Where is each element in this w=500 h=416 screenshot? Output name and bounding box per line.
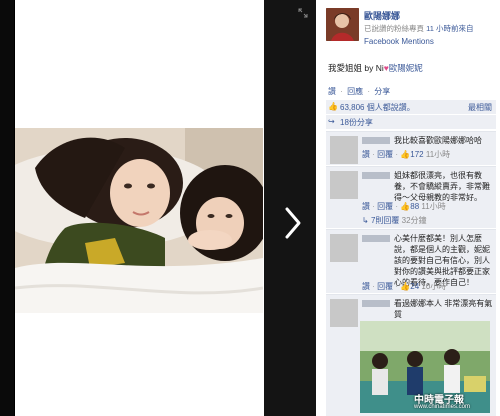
avatar-image bbox=[326, 8, 359, 41]
share-icon: ↪ bbox=[328, 117, 335, 126]
commenter-name-blurred[interactable] bbox=[362, 172, 390, 179]
comment-meta: 讚 · 回覆 · 👍172 11小時 bbox=[362, 150, 451, 159]
post-meta-time[interactable]: 11 小時前來自 bbox=[426, 24, 473, 33]
comment-reply-button[interactable]: 回覆 bbox=[377, 150, 393, 159]
next-photo-arrow-icon[interactable] bbox=[283, 205, 303, 241]
comment-like-button[interactable]: 讚 bbox=[362, 150, 370, 159]
like-button[interactable]: 讚 bbox=[328, 87, 336, 96]
replies-time: 32分鐘 bbox=[401, 216, 427, 225]
photo-illustration bbox=[15, 128, 263, 313]
comment-item: 心美什麼都美！別人怎麼說，都是個人的主觀，妮妮該的要對自己有信心，別人對你的讚美… bbox=[326, 229, 496, 293]
separator: · bbox=[340, 87, 343, 96]
comment-reply-button[interactable]: 回覆 bbox=[377, 202, 393, 211]
shares-count[interactable]: 18份分享 bbox=[340, 117, 373, 128]
post-source-link[interactable]: Facebook Mentions bbox=[364, 37, 434, 46]
comment-meta: 讚 · 回覆 · 👍88 11小時 bbox=[362, 202, 446, 211]
comment-like-count[interactable]: 172 bbox=[410, 150, 423, 159]
thumbs-up-icon: 👍 bbox=[400, 202, 411, 211]
poster-name[interactable]: 歐陽娜娜 bbox=[364, 9, 400, 22]
comment-item: 我比較喜歡歐陽娜娜哈哈 讚 · 回覆 · 👍172 11小時 bbox=[326, 131, 496, 165]
commenter-name-blurred[interactable] bbox=[362, 300, 390, 307]
comment-text: 心美什麼都美！別人怎麼說，都是個人的主觀，妮妮該的要對自己有信心，別人對你的讚美… bbox=[394, 234, 490, 287]
post-photo[interactable] bbox=[15, 128, 263, 313]
post-meta: 已說讚的粉絲專頁 11 小時前來自 bbox=[364, 23, 473, 34]
comment-meta: 讚 · 回覆 · 👍24 10小時 bbox=[362, 282, 447, 291]
comment-button[interactable]: 回應 bbox=[347, 87, 363, 96]
comment-text: 我比較喜歡歐陽娜娜哈哈 bbox=[394, 136, 482, 145]
caption-text: 我愛姐姐 by Ni bbox=[328, 63, 384, 73]
likes-count[interactable]: 63,806 個人都說讚。 bbox=[340, 102, 415, 113]
thumbs-up-icon: 👍 bbox=[328, 102, 338, 111]
post-actions: 讚 · 回應 · 分享 bbox=[328, 86, 392, 97]
commenter-avatar[interactable] bbox=[330, 171, 358, 199]
comment-time[interactable]: 11小時 bbox=[421, 202, 445, 211]
comment-like-button[interactable]: 讚 bbox=[362, 282, 370, 291]
comment-time[interactable]: 11小時 bbox=[426, 150, 450, 159]
commenter-name-blurred[interactable] bbox=[362, 235, 390, 242]
comment-text: 姐妹都很漂亮，也很有教養，不會驕縱賣弄，非常難得～父母親教的非常好。 bbox=[394, 171, 490, 202]
comment-text: 看過娜娜本人 非常漂亮有氣質 bbox=[394, 299, 493, 319]
reply-arrow-icon: ↳ bbox=[362, 216, 369, 225]
comment-panel: 歐陽娜娜 已說讚的粉絲專頁 11 小時前來自 Facebook Mentions… bbox=[316, 0, 500, 416]
watermark-url: www.chinatimes.com bbox=[414, 404, 471, 410]
comment-like-button[interactable]: 讚 bbox=[362, 202, 370, 211]
replies-row: ↳ 7則回覆 32分鐘 bbox=[362, 215, 427, 226]
commenter-avatar[interactable] bbox=[330, 299, 358, 327]
viewer-left-edge bbox=[0, 0, 14, 416]
commenter-name-blurred[interactable] bbox=[362, 137, 390, 144]
thumbs-up-icon: 👍 bbox=[400, 282, 411, 291]
commenter-avatar[interactable] bbox=[330, 136, 358, 164]
sort-top-comments-button[interactable]: 最相關 bbox=[468, 102, 492, 113]
comment-like-count[interactable]: 88 bbox=[410, 202, 419, 211]
shares-summary: ↪ 18份分享 bbox=[326, 115, 496, 129]
likes-summary: 👍 63,806 個人都說讚。 最相關 bbox=[326, 100, 496, 114]
comment-reply-button[interactable]: 回覆 bbox=[377, 282, 393, 291]
thumbs-up-icon: 👍 bbox=[400, 150, 411, 159]
commenter-avatar[interactable] bbox=[330, 234, 358, 262]
comment-item: 看過娜娜本人 非常漂亮有氣質 中時電子報 www.chinatimes.com bbox=[326, 294, 496, 416]
post-caption: 我愛姐姐 by Ni♥歐陽妮妮 bbox=[328, 62, 423, 74]
separator: · bbox=[367, 87, 371, 96]
caption-mention-link[interactable]: 歐陽妮妮 bbox=[389, 63, 423, 73]
photo-viewer bbox=[0, 0, 316, 416]
comment-item: 姐妹都很漂亮，也很有教養，不會驕縱賣弄，非常難得～父母親教的非常好。 讚 · 回… bbox=[326, 166, 496, 228]
expand-icon[interactable] bbox=[298, 8, 308, 18]
comment-like-count[interactable]: 24 bbox=[410, 282, 419, 291]
post-meta-prefix: 已說讚的粉絲專頁 bbox=[364, 24, 424, 33]
poster-avatar[interactable] bbox=[326, 8, 359, 41]
view-replies-link[interactable]: 7則回覆 bbox=[371, 216, 399, 225]
share-button[interactable]: 分享 bbox=[374, 87, 390, 96]
comment-time[interactable]: 10小時 bbox=[421, 282, 446, 291]
